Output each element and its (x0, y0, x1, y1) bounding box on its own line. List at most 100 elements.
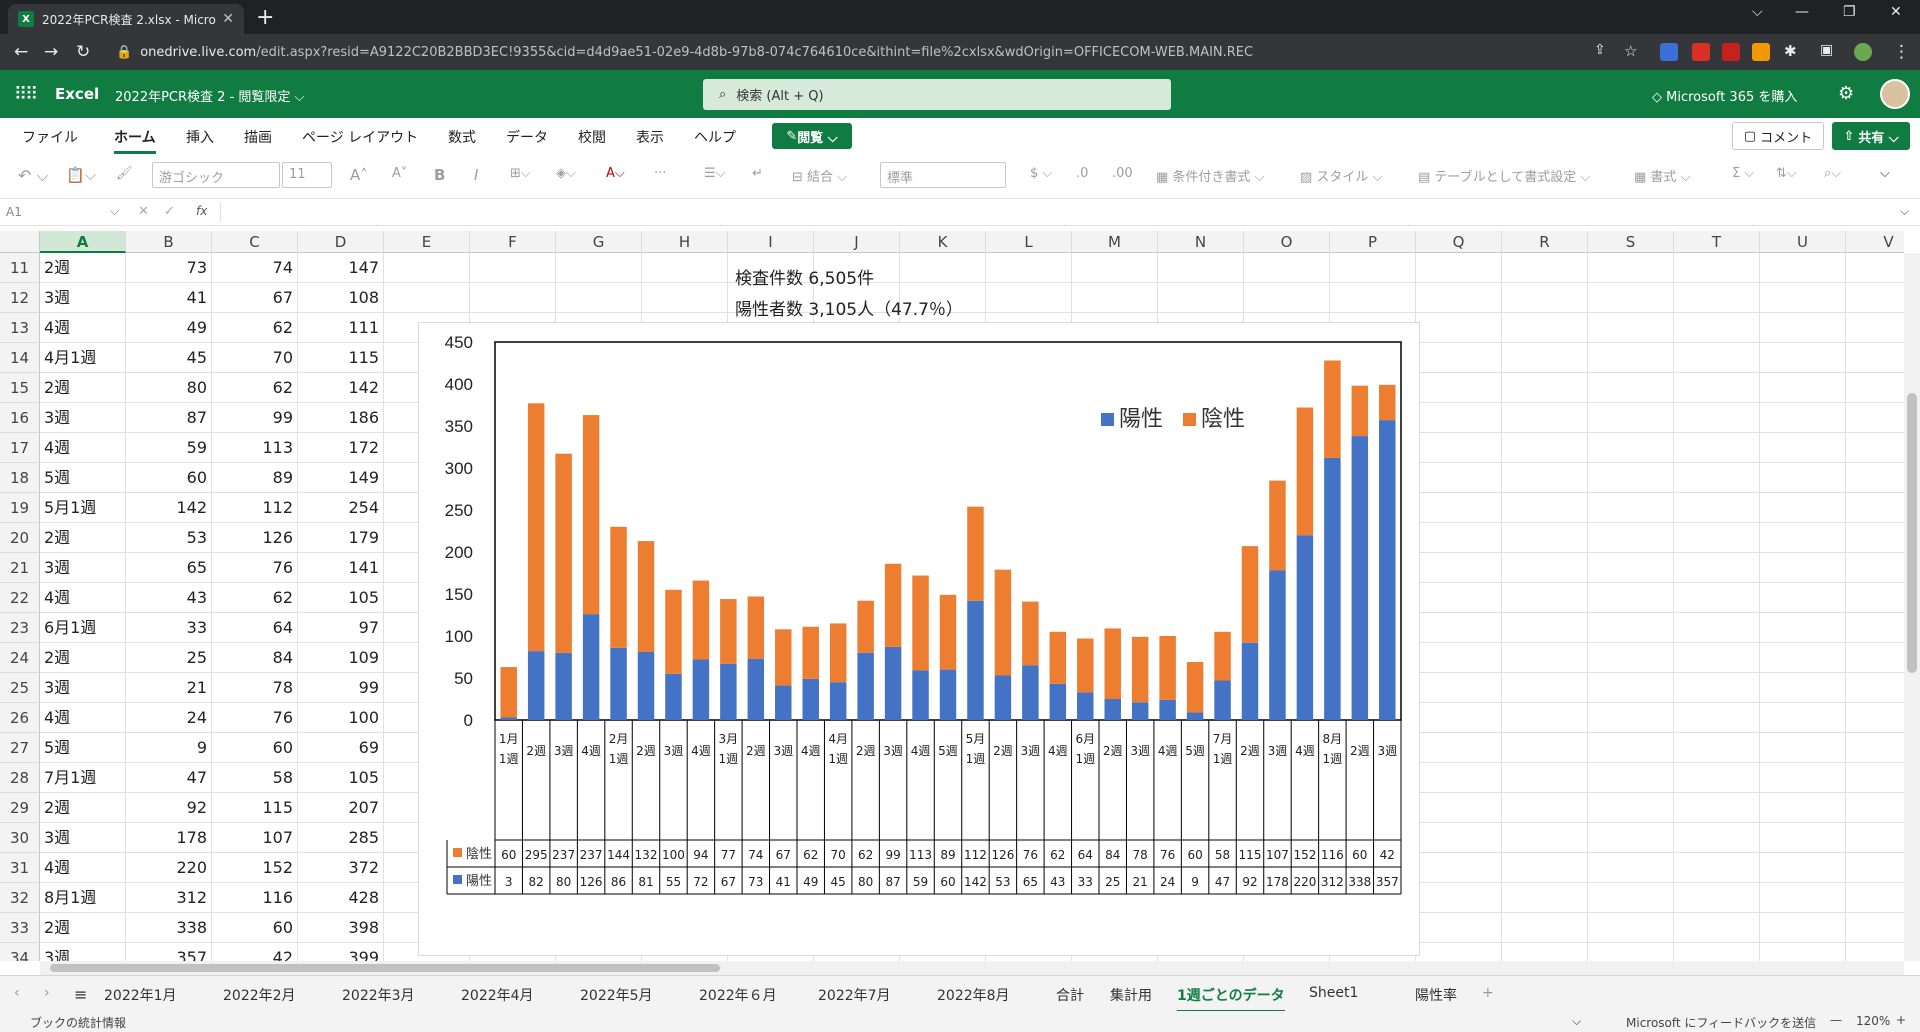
column-header[interactable]: B (126, 231, 212, 253)
empty-cell[interactable] (1846, 823, 1904, 853)
empty-cell[interactable] (470, 253, 556, 283)
empty-cell[interactable] (1674, 373, 1760, 403)
empty-cell[interactable] (1502, 913, 1588, 943)
empty-cell[interactable] (1760, 523, 1846, 553)
empty-cell[interactable] (1416, 433, 1502, 463)
table-cell[interactable]: 3週 (40, 283, 126, 313)
empty-cell[interactable] (1846, 703, 1904, 733)
empty-cell[interactable] (1502, 523, 1588, 553)
empty-cell[interactable] (1588, 643, 1674, 673)
row-header[interactable]: 13 (0, 313, 40, 343)
shrink-font-icon[interactable]: A˅ (392, 166, 407, 181)
empty-cell[interactable] (1846, 883, 1904, 913)
empty-cell[interactable] (1760, 403, 1846, 433)
row-header[interactable]: 28 (0, 763, 40, 793)
empty-cell[interactable] (1588, 463, 1674, 493)
empty-cell[interactable] (1416, 373, 1502, 403)
empty-cell[interactable] (1330, 283, 1416, 313)
empty-cell[interactable] (1760, 253, 1846, 283)
merge-button[interactable]: ⊟ 結合 ⌵ (792, 166, 847, 185)
empty-cell[interactable] (1502, 733, 1588, 763)
empty-cell[interactable] (1674, 253, 1760, 283)
table-cell[interactable]: 2週 (40, 913, 126, 943)
empty-cell[interactable] (1674, 643, 1760, 673)
table-cell[interactable]: 43 (126, 583, 212, 613)
row-header[interactable]: 24 (0, 643, 40, 673)
empty-cell[interactable] (1760, 913, 1846, 943)
empty-cell[interactable] (1846, 763, 1904, 793)
empty-cell[interactable] (1846, 613, 1904, 643)
empty-cell[interactable] (1502, 643, 1588, 673)
empty-cell[interactable] (1846, 553, 1904, 583)
empty-cell[interactable] (1416, 673, 1502, 703)
table-cell[interactable]: 84 (212, 643, 298, 673)
table-cell[interactable]: 76 (212, 703, 298, 733)
empty-cell[interactable] (1588, 583, 1674, 613)
table-cell[interactable]: 3週 (40, 403, 126, 433)
empty-cell[interactable] (1416, 733, 1502, 763)
tab-search-icon[interactable]: ⌵ (1752, 4, 1763, 20)
zoom-out-icon[interactable]: — (1830, 1013, 1842, 1027)
table-cell[interactable]: 142 (126, 493, 212, 523)
empty-cell[interactable] (1416, 913, 1502, 943)
empty-cell[interactable] (1760, 673, 1846, 703)
table-cell[interactable]: 179 (298, 523, 384, 553)
empty-cell[interactable] (1846, 373, 1904, 403)
browser-tab[interactable]: X 2022年PCR検査 2.xlsx - Microsoft ✕ (8, 4, 244, 34)
empty-cell[interactable] (1674, 493, 1760, 523)
empty-cell[interactable] (384, 253, 470, 283)
empty-cell[interactable] (1846, 493, 1904, 523)
tab-page-layout[interactable]: ページ レイアウト (302, 127, 418, 147)
empty-cell[interactable] (1760, 463, 1846, 493)
empty-cell[interactable] (1674, 883, 1760, 913)
table-cell[interactable]: 5週 (40, 733, 126, 763)
column-header[interactable]: E (384, 231, 470, 253)
table-cell[interactable]: 109 (298, 643, 384, 673)
table-cell[interactable]: 105 (298, 763, 384, 793)
table-format-button[interactable]: ▤ テーブルとして書式設定 ⌵ (1418, 166, 1590, 185)
empty-cell[interactable] (1674, 793, 1760, 823)
table-cell[interactable]: 76 (212, 553, 298, 583)
tab-view[interactable]: 表示 (636, 127, 664, 147)
number-format-select[interactable]: 標準 (880, 162, 1006, 188)
search-box[interactable]: ⌕ 検索 (Alt + Q) (703, 79, 1171, 110)
view-mode-button[interactable]: ✎ 閲覧 ⌵ (772, 123, 852, 149)
empty-cell[interactable] (1416, 643, 1502, 673)
empty-cell[interactable] (1502, 463, 1588, 493)
empty-cell[interactable] (1588, 373, 1674, 403)
row-header[interactable]: 29 (0, 793, 40, 823)
empty-cell[interactable] (1674, 403, 1760, 433)
column-header[interactable]: K (900, 231, 986, 253)
table-cell[interactable]: 220 (126, 853, 212, 883)
empty-cell[interactable] (1674, 823, 1760, 853)
empty-cell[interactable] (1588, 703, 1674, 733)
row-header[interactable]: 23 (0, 613, 40, 643)
url-field[interactable]: 🔒 onedrive.live.com /edit.aspx?resid=A91… (108, 38, 1608, 66)
table-cell[interactable]: 115 (212, 793, 298, 823)
empty-cell[interactable] (1846, 943, 1904, 961)
empty-cell[interactable] (1502, 853, 1588, 883)
empty-cell[interactable] (1760, 343, 1846, 373)
empty-cell[interactable] (1760, 733, 1846, 763)
empty-cell[interactable] (1244, 253, 1330, 283)
column-header[interactable]: F (470, 231, 556, 253)
extension-icon[interactable] (1722, 43, 1740, 61)
bookmark-star-icon[interactable]: ☆ (1624, 42, 1637, 60)
extension-icon[interactable] (1660, 43, 1678, 61)
column-header[interactable]: H (642, 231, 728, 253)
column-header[interactable]: C (212, 231, 298, 253)
table-cell[interactable]: 60 (212, 733, 298, 763)
empty-cell[interactable] (1674, 343, 1760, 373)
column-header[interactable]: Q (1416, 231, 1502, 253)
sheet-list-icon[interactable]: ≡ (74, 985, 87, 1004)
close-icon[interactable]: ✕ (222, 11, 234, 27)
empty-cell[interactable] (1158, 283, 1244, 313)
new-tab-icon[interactable]: + (256, 5, 274, 30)
table-cell[interactable]: 60 (126, 463, 212, 493)
empty-cell[interactable] (1416, 343, 1502, 373)
sheet-tab[interactable]: 2022年3月 (342, 985, 415, 1005)
table-cell[interactable]: 312 (126, 883, 212, 913)
empty-cell[interactable] (1588, 853, 1674, 883)
empty-cell[interactable] (1588, 553, 1674, 583)
row-header[interactable]: 16 (0, 403, 40, 433)
